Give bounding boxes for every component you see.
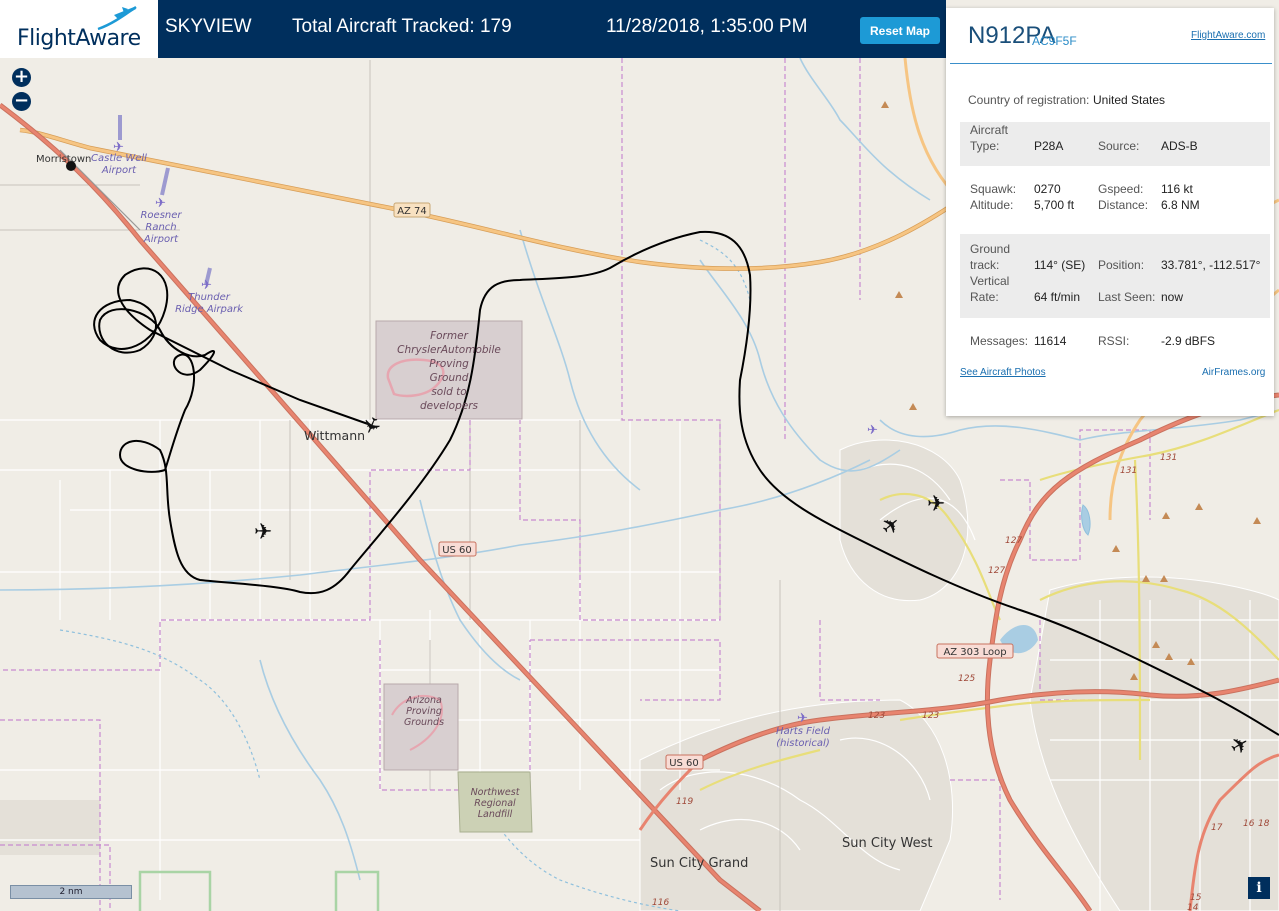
road-18: 18 bbox=[1258, 819, 1270, 829]
road-119: 119 bbox=[676, 797, 693, 807]
total-tracked: Total Aircraft Tracked: 179 bbox=[292, 16, 512, 37]
label-arizona-proving-grounds: Arizona Proving Grounds bbox=[404, 695, 444, 728]
app-name: SKYVIEW bbox=[165, 16, 252, 37]
road-15: 15 bbox=[1190, 893, 1202, 903]
position-label: Position: bbox=[1098, 258, 1145, 272]
svg-text:✈: ✈ bbox=[201, 278, 212, 293]
road-123-b: 123 bbox=[922, 711, 939, 721]
ground-track-label-1: Ground bbox=[970, 242, 1011, 256]
flightaware-logo[interactable]: FlightAware bbox=[0, 0, 158, 58]
airport-roesner: Roesner Ranch Airport bbox=[140, 210, 182, 245]
gspeed-label: Gspeed: bbox=[1098, 182, 1144, 196]
svg-text:✈: ✈ bbox=[155, 196, 166, 211]
road-127-a: 127 bbox=[1005, 536, 1022, 546]
country-label: Country of registration: bbox=[968, 93, 1090, 107]
last-seen-label: Last Seen: bbox=[1098, 290, 1156, 304]
messages-value: 11614 bbox=[1034, 334, 1067, 348]
road-127-b: 127 bbox=[988, 566, 1005, 576]
flightaware-link[interactable]: FlightAware.com bbox=[1191, 30, 1265, 41]
vertical-rate-label-2: Rate: bbox=[970, 290, 999, 304]
aircraft-photos-link[interactable]: See Aircraft Photos bbox=[960, 367, 1046, 378]
aircraft-type-label-1: Aircraft bbox=[970, 123, 1009, 137]
shield-az303: AZ 303 Loop bbox=[943, 647, 1006, 658]
hex-code: AC9F5F bbox=[1032, 34, 1077, 48]
squawk-value: 0270 bbox=[1034, 182, 1061, 196]
place-morristown: Morristown bbox=[36, 154, 91, 165]
aircraft-type-value: P28A bbox=[1034, 139, 1064, 153]
distance-label: Distance: bbox=[1098, 198, 1149, 212]
source-label: Source: bbox=[1098, 139, 1140, 153]
zoom-in-button[interactable]: + bbox=[12, 68, 31, 87]
road-125: 125 bbox=[958, 674, 975, 684]
ground-track-value: 114° (SE) bbox=[1034, 258, 1086, 272]
shield-az74: AZ 74 bbox=[397, 206, 427, 217]
place-wittmann: Wittmann bbox=[304, 428, 365, 443]
road-131-a: 131 bbox=[1120, 466, 1137, 476]
scale-label: 2 nm bbox=[59, 887, 83, 897]
rssi-label: RSSI: bbox=[1098, 334, 1130, 348]
country-value: United States bbox=[1093, 93, 1166, 107]
messages-label: Messages: bbox=[970, 334, 1029, 348]
road-14: 14 bbox=[1187, 903, 1199, 911]
shield-us60-a: US 60 bbox=[442, 545, 472, 556]
rssi-value: -2.9 dBFS bbox=[1161, 334, 1216, 348]
airport-harts-field: Harts Field (historical) bbox=[776, 726, 831, 749]
aircraft-detail-panel: N912PA AC9F5F FlightAware.com Country of… bbox=[946, 8, 1274, 416]
position-value: 33.781°, -112.517° bbox=[1161, 258, 1261, 272]
svg-text:✈: ✈ bbox=[797, 711, 808, 726]
vertical-rate-label-1: Vertical bbox=[970, 274, 1010, 288]
altitude-label: Altitude: bbox=[970, 198, 1014, 212]
divider bbox=[950, 63, 1272, 64]
road-116: 116 bbox=[652, 898, 669, 908]
ground-track-label-2: track: bbox=[970, 258, 1000, 272]
distance-value: 6.8 NM bbox=[1161, 198, 1200, 212]
source-value: ADS-B bbox=[1161, 139, 1198, 153]
scale-bar: 2 nm bbox=[10, 885, 132, 899]
altitude-value: 5,700 ft bbox=[1034, 198, 1075, 212]
logo-text: FlightAware bbox=[17, 26, 141, 51]
airframes-link[interactable]: AirFrames.org bbox=[1202, 367, 1265, 378]
shield-us60-b: US 60 bbox=[669, 758, 699, 769]
place-sun-city-west: Sun City West bbox=[842, 836, 932, 851]
info-button[interactable]: i bbox=[1248, 877, 1270, 899]
aircraft-icon: ✈ bbox=[927, 492, 945, 517]
header-bar: FlightAware SKYVIEW Total Aircraft Track… bbox=[0, 0, 946, 58]
squawk-label: Squawk: bbox=[970, 182, 1017, 196]
svg-text:✈: ✈ bbox=[867, 423, 878, 438]
road-17: 17 bbox=[1211, 823, 1223, 833]
aircraft-type-label-2: Type: bbox=[970, 139, 1000, 153]
last-seen-value: now bbox=[1161, 290, 1184, 304]
road-131-b: 131 bbox=[1160, 453, 1177, 463]
gspeed-value: 116 kt bbox=[1161, 182, 1193, 196]
place-sun-city-grand: Sun City Grand bbox=[650, 856, 748, 871]
aircraft-icon: ✈ bbox=[254, 520, 272, 545]
reset-map-button[interactable]: Reset Map bbox=[860, 17, 940, 44]
road-123-a: 123 bbox=[868, 711, 885, 721]
vertical-rate-value: 64 ft/min bbox=[1034, 290, 1081, 304]
zoom-out-button[interactable]: − bbox=[12, 92, 31, 111]
datetime: 11/28/2018, 1:35:00 PM bbox=[606, 16, 808, 37]
road-16: 16 bbox=[1243, 819, 1255, 829]
